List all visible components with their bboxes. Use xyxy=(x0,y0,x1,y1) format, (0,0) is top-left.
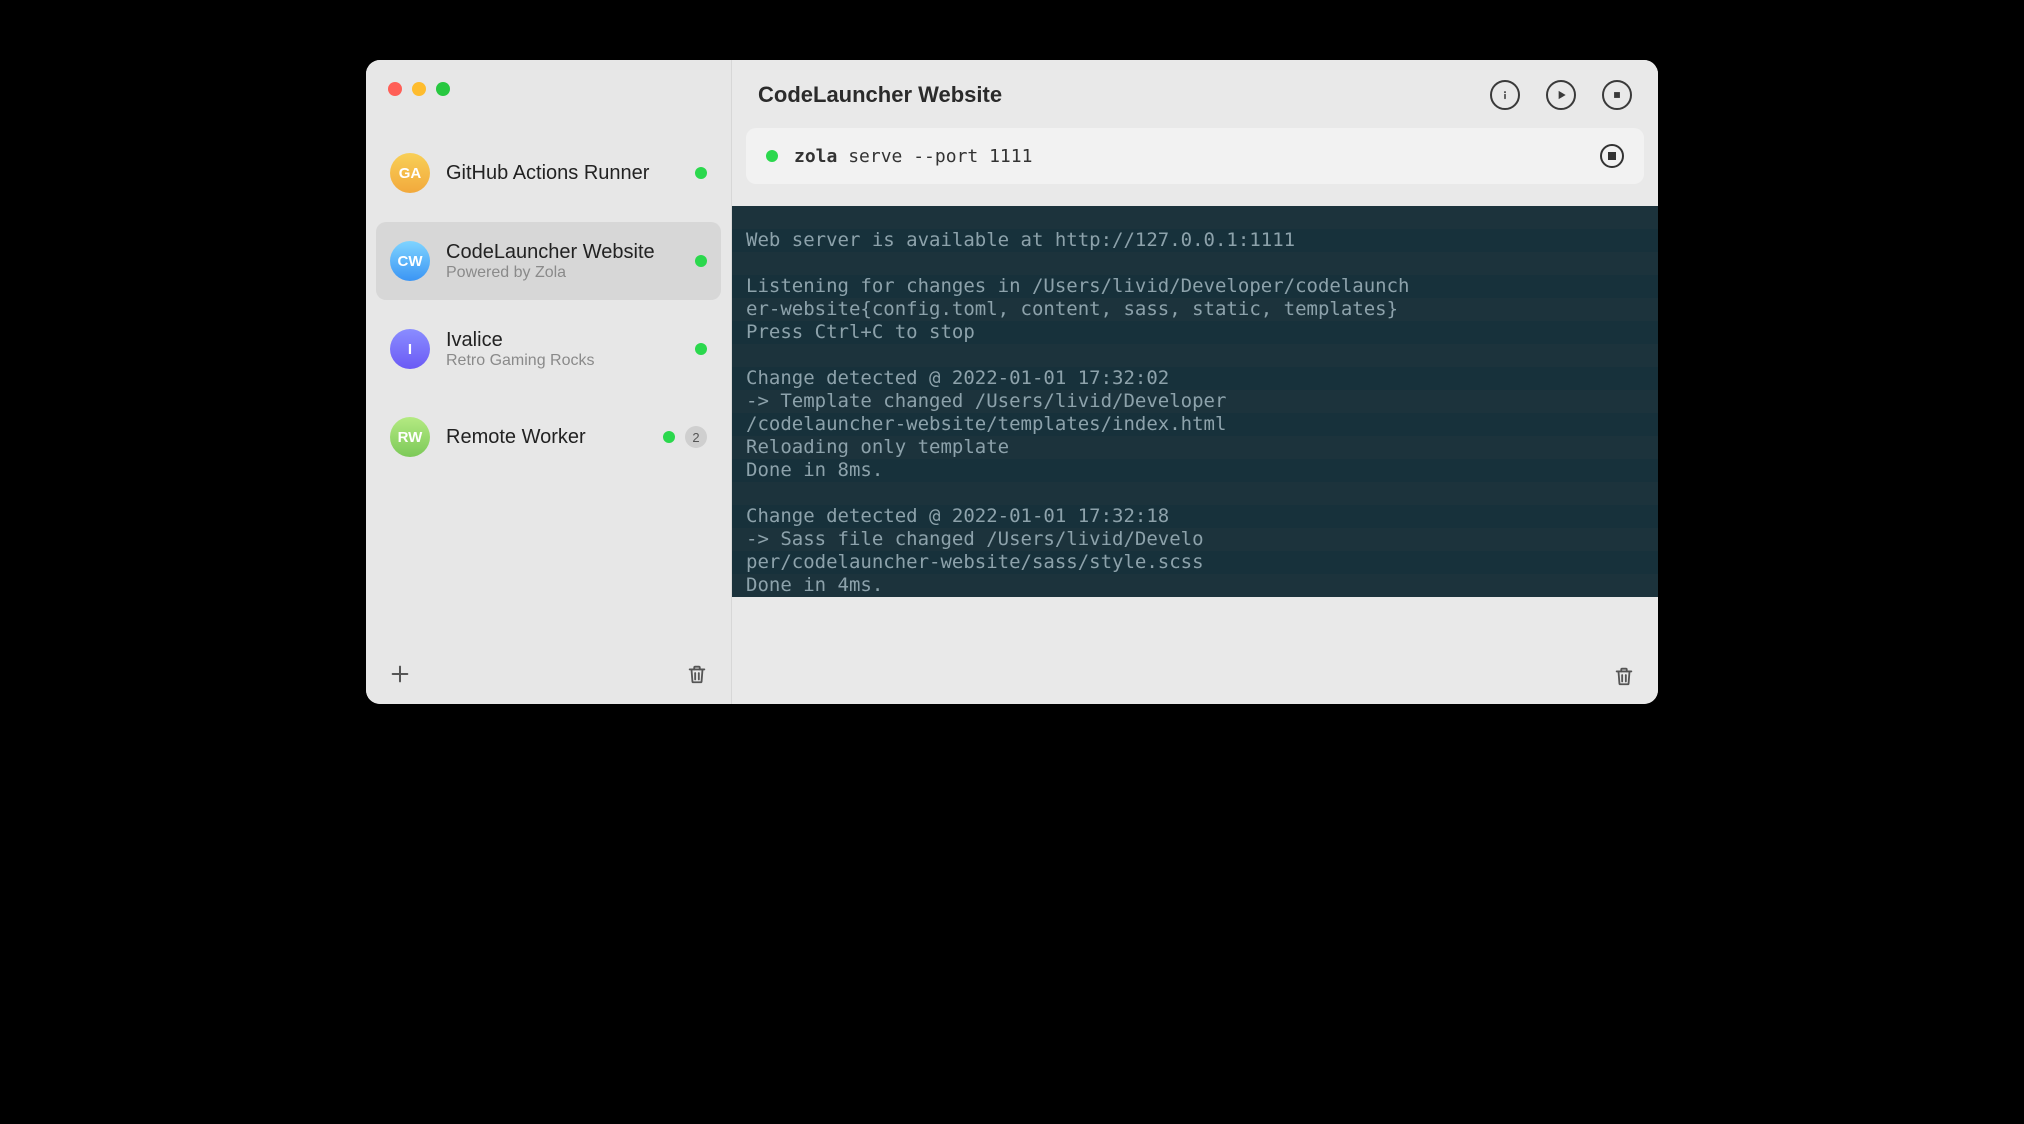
stop-process-button[interactable] xyxy=(1600,144,1624,168)
run-button[interactable] xyxy=(1546,80,1576,110)
project-subtitle: Retro Gaming Rocks xyxy=(446,352,695,370)
terminal-line xyxy=(732,252,1658,275)
terminal-line: Reloading only template xyxy=(732,436,1658,459)
project-text: Ivalice Retro Gaming Rocks xyxy=(446,328,695,370)
project-list: GA GitHub Actions Runner CW CodeLauncher… xyxy=(366,106,731,644)
header-actions xyxy=(1490,80,1632,110)
main-footer xyxy=(732,648,1658,704)
project-avatar: I xyxy=(390,329,430,369)
page-title: CodeLauncher Website xyxy=(758,82,1002,108)
status-dot-icon xyxy=(766,150,778,162)
close-window-button[interactable] xyxy=(388,82,402,96)
status-dot-icon xyxy=(695,167,707,179)
terminal-line xyxy=(732,482,1658,505)
terminal-line: -> Template changed /Users/livid/Develop… xyxy=(732,390,1658,413)
terminal-line: Listening for changes in /Users/livid/De… xyxy=(732,275,1658,298)
project-title: Remote Worker xyxy=(446,425,663,449)
terminal-line: per/codelauncher-website/sass/style.scss xyxy=(732,551,1658,574)
command-text: zola serve --port 1111 xyxy=(794,146,1600,167)
project-title: GitHub Actions Runner xyxy=(446,161,695,185)
project-title: Ivalice xyxy=(446,328,695,352)
command-row-container: zola serve --port 1111 xyxy=(732,128,1658,206)
sidebar: GA GitHub Actions Runner CW CodeLauncher… xyxy=(366,60,732,704)
add-project-button[interactable] xyxy=(386,660,414,688)
status-dot-icon xyxy=(695,343,707,355)
project-badge: 2 xyxy=(685,426,707,448)
stop-button[interactable] xyxy=(1602,80,1632,110)
minimize-window-button[interactable] xyxy=(412,82,426,96)
project-text: Remote Worker xyxy=(446,425,663,449)
window-controls xyxy=(366,60,731,106)
project-text: GitHub Actions Runner xyxy=(446,161,695,185)
project-title: CodeLauncher Website xyxy=(446,240,695,264)
terminal-line xyxy=(732,344,1658,367)
terminal-line: er-website{config.toml, content, sass, s… xyxy=(732,298,1658,321)
project-subtitle: Powered by Zola xyxy=(446,264,695,282)
status-dot-icon xyxy=(663,431,675,443)
terminal-line: Done in 8ms. xyxy=(732,459,1658,482)
terminal-line: Change detected @ 2022-01-01 17:32:02 xyxy=(732,367,1658,390)
terminal-line: Web server is available at http://127.0.… xyxy=(732,229,1658,252)
terminal-output[interactable]: Web server is available at http://127.0.… xyxy=(732,206,1658,648)
terminal-line: Change detected @ 2022-01-01 17:32:18 xyxy=(732,505,1658,528)
terminal-line: -> Sass file changed /Users/livid/Develo xyxy=(732,528,1658,551)
project-avatar: CW xyxy=(390,241,430,281)
sidebar-project-item[interactable]: RW Remote Worker 2 xyxy=(376,398,721,476)
terminal-line: Press Ctrl+C to stop xyxy=(732,321,1658,344)
info-button[interactable] xyxy=(1490,80,1520,110)
app-window: GA GitHub Actions Runner CW CodeLauncher… xyxy=(366,60,1658,704)
command-row[interactable]: zola serve --port 1111 xyxy=(746,128,1644,184)
terminal-line: /codelauncher-website/templates/index.ht… xyxy=(732,413,1658,436)
sidebar-project-item[interactable]: GA GitHub Actions Runner xyxy=(376,134,721,212)
project-avatar: RW xyxy=(390,417,430,457)
status-dot-icon xyxy=(695,255,707,267)
project-text: CodeLauncher Website Powered by Zola xyxy=(446,240,695,282)
header: CodeLauncher Website xyxy=(732,60,1658,128)
terminal-line xyxy=(732,206,1658,229)
sidebar-project-item[interactable]: CW CodeLauncher Website Powered by Zola xyxy=(376,222,721,300)
command-args: serve --port 1111 xyxy=(848,146,1032,167)
sidebar-project-item[interactable]: I Ivalice Retro Gaming Rocks xyxy=(376,310,721,388)
sidebar-footer xyxy=(366,644,731,704)
delete-project-button[interactable] xyxy=(683,660,711,688)
main-panel: CodeLauncher Website zola serve --port 1… xyxy=(732,60,1658,704)
command-program: zola xyxy=(794,146,837,167)
clear-output-button[interactable] xyxy=(1610,662,1638,690)
project-avatar: GA xyxy=(390,153,430,193)
terminal-line: Done in 4ms. xyxy=(732,574,1658,597)
maximize-window-button[interactable] xyxy=(436,82,450,96)
